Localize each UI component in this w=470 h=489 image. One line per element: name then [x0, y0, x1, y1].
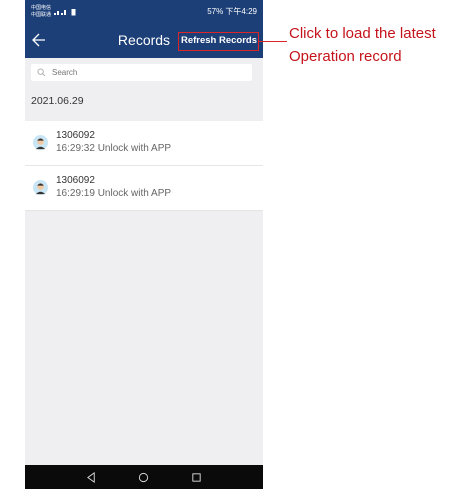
- phone-screen: 中国电信 中国联通 57% 下午4:29 Records Refresh Rec…: [25, 0, 263, 489]
- record-text: 1306092 16:29:19 Unlock with APP: [56, 175, 171, 201]
- signal-icon: [54, 10, 67, 15]
- nav-back-icon[interactable]: [86, 471, 97, 483]
- refresh-highlight-box: [178, 32, 259, 51]
- status-left: 中国电信 中国联通: [31, 5, 76, 19]
- status-bar: 中国电信 中国联通 57% 下午4:29: [25, 0, 263, 23]
- nav-home-icon[interactable]: [138, 472, 149, 483]
- records-list: 1306092 16:29:32 Unlock with APP 1306092…: [25, 121, 263, 211]
- nav-recents-icon[interactable]: [191, 472, 202, 483]
- back-arrow-icon[interactable]: [31, 29, 49, 51]
- record-text: 1306092 16:29:32 Unlock with APP: [56, 130, 171, 156]
- list-item[interactable]: 1306092 16:29:32 Unlock with APP: [25, 121, 263, 166]
- callout-connector-line: [259, 41, 287, 42]
- android-nav-bar: [25, 465, 263, 489]
- date-header: 2021.06.29: [31, 95, 84, 107]
- carrier-line-1: 中国电信: [31, 4, 52, 11]
- search-icon: [37, 68, 46, 77]
- search-container: [25, 58, 263, 85]
- record-user: 1306092: [56, 175, 95, 186]
- callout-line-1: Click to load the latest: [289, 25, 436, 42]
- carrier-line-2: 中国联通: [31, 11, 52, 18]
- battery-small-icon: [71, 8, 76, 15]
- search-bar[interactable]: [31, 64, 252, 81]
- record-detail: 16:29:19 Unlock with APP: [56, 188, 172, 199]
- status-right: 57% 下午4:29: [207, 7, 257, 16]
- record-user: 1306092: [56, 130, 95, 141]
- search-input[interactable]: [50, 67, 244, 78]
- carrier-info: 中国电信 中国联通: [31, 5, 51, 19]
- avatar: [33, 135, 48, 150]
- list-item[interactable]: 1306092 16:29:19 Unlock with APP: [25, 166, 263, 211]
- callout-annotation: Click to load the latest Operation recor…: [289, 22, 436, 68]
- avatar: [33, 180, 48, 195]
- record-detail: 16:29:32 Unlock with APP: [56, 143, 172, 154]
- callout-line-2: Operation record: [289, 48, 402, 65]
